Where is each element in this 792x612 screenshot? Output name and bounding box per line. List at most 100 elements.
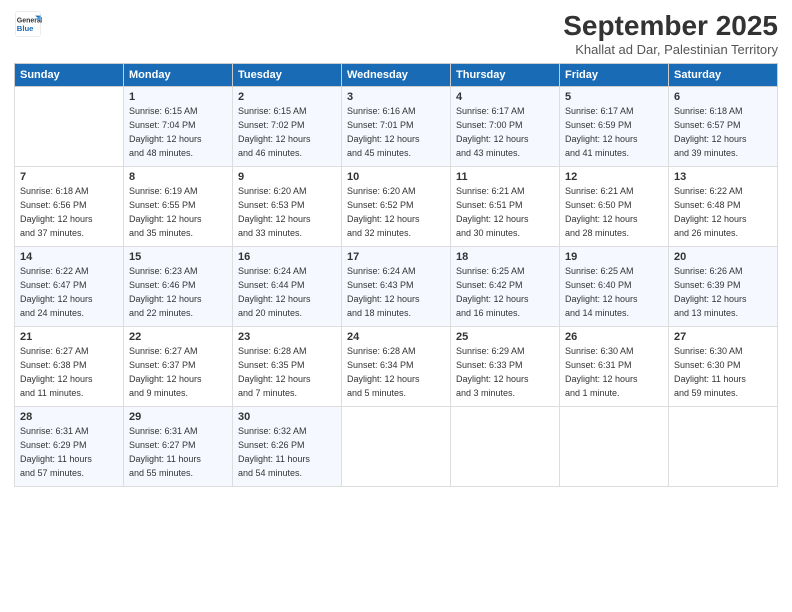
- calendar-cell: 8Sunrise: 6:19 AM Sunset: 6:55 PM Daylig…: [124, 167, 233, 247]
- day-number: 27: [674, 331, 772, 343]
- day-info: Sunrise: 6:28 AM Sunset: 6:35 PM Dayligh…: [238, 345, 336, 401]
- day-info: Sunrise: 6:27 AM Sunset: 6:38 PM Dayligh…: [20, 345, 118, 401]
- day-info: Sunrise: 6:23 AM Sunset: 6:46 PM Dayligh…: [129, 265, 227, 321]
- day-info: Sunrise: 6:28 AM Sunset: 6:34 PM Dayligh…: [347, 345, 445, 401]
- calendar-cell: [669, 407, 778, 487]
- day-number: 19: [565, 251, 663, 263]
- calendar-cell: 25Sunrise: 6:29 AM Sunset: 6:33 PM Dayli…: [451, 327, 560, 407]
- day-info: Sunrise: 6:24 AM Sunset: 6:44 PM Dayligh…: [238, 265, 336, 321]
- day-info: Sunrise: 6:17 AM Sunset: 7:00 PM Dayligh…: [456, 105, 554, 161]
- calendar-cell: 15 Sunrise: 6:23 AM Sunset: 6:46 PM Dayli…: [124, 247, 233, 327]
- day-info: Sunrise: 6:32 AM Sunset: 6:26 PM Dayligh…: [238, 425, 336, 481]
- calendar-cell: 24 Sunrise: 6:28 AM Sunset: 6:34 PM Dayli…: [342, 327, 451, 407]
- day-number: 23: [238, 331, 336, 343]
- calendar-cell: 20 Sunrise: 6:26 AM Sunset: 6:39 PM Dayli…: [669, 247, 778, 327]
- day-info: Sunrise: 6:31 AM Sunset: 6:29 PM Dayligh…: [20, 425, 118, 481]
- day-number: 22: [129, 331, 227, 343]
- day-number: 24: [347, 331, 445, 343]
- calendar-cell: 6 Sunrise: 6:18 AM Sunset: 6:57 PM Daylig…: [669, 87, 778, 167]
- logo-icon: General Blue: [14, 10, 42, 38]
- calendar-cell: 5Sunrise: 6:17 AM Sunset: 6:59 PM Daylig…: [560, 87, 669, 167]
- calendar-cell: 9Sunrise: 6:20 AM Sunset: 6:53 PM Daylig…: [233, 167, 342, 247]
- day-number: 8: [129, 171, 227, 183]
- calendar-table: SundayMondayTuesdayWednesdayThursdayFrid…: [14, 63, 778, 487]
- day-number: 13: [674, 171, 772, 183]
- day-info: Sunrise: 6:25 AM Sunset: 6:40 PM Dayligh…: [565, 265, 663, 321]
- calendar-cell: 2 Sunrise: 6:15 AM Sunset: 7:02 PM Daylig…: [233, 87, 342, 167]
- calendar-cell: 19 Sunrise: 6:25 AM Sunset: 6:40 PM Dayli…: [560, 247, 669, 327]
- day-info: Sunrise: 6:31 AM Sunset: 6:27 PM Dayligh…: [129, 425, 227, 481]
- day-info: Sunrise: 6:21 AM Sunset: 6:50 PM Dayligh…: [565, 185, 663, 241]
- title-block: September 2025 Khallat ad Dar, Palestini…: [563, 10, 778, 57]
- day-number: 20: [674, 251, 772, 263]
- header: General Blue September 2025 Khallat ad D…: [14, 10, 778, 57]
- calendar-cell: 13Sunrise: 6:22 AM Sunset: 6:48 PM Dayli…: [669, 167, 778, 247]
- day-number: 10: [347, 171, 445, 183]
- col-header-saturday: Saturday: [669, 64, 778, 87]
- calendar-cell: 22 Sunrise: 6:27 AM Sunset: 6:37 PM Dayli…: [124, 327, 233, 407]
- day-number: 6: [674, 91, 772, 103]
- week-row-4: 21 Sunrise: 6:27 AM Sunset: 6:38 PM Dayli…: [15, 327, 778, 407]
- day-number: 2: [238, 91, 336, 103]
- day-info: Sunrise: 6:17 AM Sunset: 6:59 PM Dayligh…: [565, 105, 663, 161]
- day-number: 14: [20, 251, 118, 263]
- col-header-friday: Friday: [560, 64, 669, 87]
- week-row-2: 7Sunrise: 6:18 AM Sunset: 6:56 PM Daylig…: [15, 167, 778, 247]
- day-number: 16: [238, 251, 336, 263]
- day-info: Sunrise: 6:30 AM Sunset: 6:31 PM Dayligh…: [565, 345, 663, 401]
- day-info: Sunrise: 6:27 AM Sunset: 6:37 PM Dayligh…: [129, 345, 227, 401]
- calendar-cell: [451, 407, 560, 487]
- calendar-cell: 28 Sunrise: 6:31 AM Sunset: 6:29 PM Dayli…: [15, 407, 124, 487]
- day-number: 30: [238, 411, 336, 423]
- day-info: Sunrise: 6:15 AM Sunset: 7:02 PM Dayligh…: [238, 105, 336, 161]
- day-number: 15: [129, 251, 227, 263]
- logo: General Blue: [14, 10, 42, 38]
- day-info: Sunrise: 6:16 AM Sunset: 7:01 PM Dayligh…: [347, 105, 445, 161]
- calendar-cell: 17Sunrise: 6:24 AM Sunset: 6:43 PM Dayli…: [342, 247, 451, 327]
- calendar-cell: 10Sunrise: 6:20 AM Sunset: 6:52 PM Dayli…: [342, 167, 451, 247]
- day-number: 21: [20, 331, 118, 343]
- calendar-cell: 30 Sunrise: 6:32 AM Sunset: 6:26 PM Dayli…: [233, 407, 342, 487]
- week-row-3: 14 Sunrise: 6:22 AM Sunset: 6:47 PM Dayli…: [15, 247, 778, 327]
- day-number: 26: [565, 331, 663, 343]
- day-info: Sunrise: 6:22 AM Sunset: 6:47 PM Dayligh…: [20, 265, 118, 321]
- calendar-header-row: SundayMondayTuesdayWednesdayThursdayFrid…: [15, 64, 778, 87]
- calendar-cell: 23 Sunrise: 6:28 AM Sunset: 6:35 PM Dayli…: [233, 327, 342, 407]
- col-header-tuesday: Tuesday: [233, 64, 342, 87]
- day-info: Sunrise: 6:21 AM Sunset: 6:51 PM Dayligh…: [456, 185, 554, 241]
- calendar-cell: 21 Sunrise: 6:27 AM Sunset: 6:38 PM Dayli…: [15, 327, 124, 407]
- day-number: 17: [347, 251, 445, 263]
- calendar-cell: [560, 407, 669, 487]
- day-number: 28: [20, 411, 118, 423]
- calendar-cell: 14 Sunrise: 6:22 AM Sunset: 6:47 PM Dayli…: [15, 247, 124, 327]
- day-info: Sunrise: 6:15 AM Sunset: 7:04 PM Dayligh…: [129, 105, 227, 161]
- day-number: 4: [456, 91, 554, 103]
- calendar-cell: 26 Sunrise: 6:30 AM Sunset: 6:31 PM Dayli…: [560, 327, 669, 407]
- day-info: Sunrise: 6:26 AM Sunset: 6:39 PM Dayligh…: [674, 265, 772, 321]
- day-number: 3: [347, 91, 445, 103]
- col-header-monday: Monday: [124, 64, 233, 87]
- calendar-cell: 12 Sunrise: 6:21 AM Sunset: 6:50 PM Dayli…: [560, 167, 669, 247]
- day-number: 9: [238, 171, 336, 183]
- day-info: Sunrise: 6:18 AM Sunset: 6:57 PM Dayligh…: [674, 105, 772, 161]
- col-header-wednesday: Wednesday: [342, 64, 451, 87]
- day-info: Sunrise: 6:30 AM Sunset: 6:30 PM Dayligh…: [674, 345, 772, 401]
- calendar-cell: 1 Sunrise: 6:15 AM Sunset: 7:04 PM Daylig…: [124, 87, 233, 167]
- day-number: 12: [565, 171, 663, 183]
- calendar-cell: 27 Sunrise: 6:30 AM Sunset: 6:30 PM Dayli…: [669, 327, 778, 407]
- calendar-cell: 7Sunrise: 6:18 AM Sunset: 6:56 PM Daylig…: [15, 167, 124, 247]
- calendar-cell: 3 Sunrise: 6:16 AM Sunset: 7:01 PM Daylig…: [342, 87, 451, 167]
- col-header-sunday: Sunday: [15, 64, 124, 87]
- calendar-cell: [15, 87, 124, 167]
- day-number: 29: [129, 411, 227, 423]
- calendar-cell: 16 Sunrise: 6:24 AM Sunset: 6:44 PM Dayli…: [233, 247, 342, 327]
- day-number: 7: [20, 171, 118, 183]
- week-row-5: 28 Sunrise: 6:31 AM Sunset: 6:29 PM Dayli…: [15, 407, 778, 487]
- calendar-cell: 11Sunrise: 6:21 AM Sunset: 6:51 PM Dayli…: [451, 167, 560, 247]
- location-subtitle: Khallat ad Dar, Palestinian Territory: [563, 42, 778, 57]
- day-number: 1: [129, 91, 227, 103]
- calendar-cell: [342, 407, 451, 487]
- month-title: September 2025: [563, 10, 778, 42]
- calendar-cell: 29 Sunrise: 6:31 AM Sunset: 6:27 PM Dayli…: [124, 407, 233, 487]
- week-row-1: 1 Sunrise: 6:15 AM Sunset: 7:04 PM Daylig…: [15, 87, 778, 167]
